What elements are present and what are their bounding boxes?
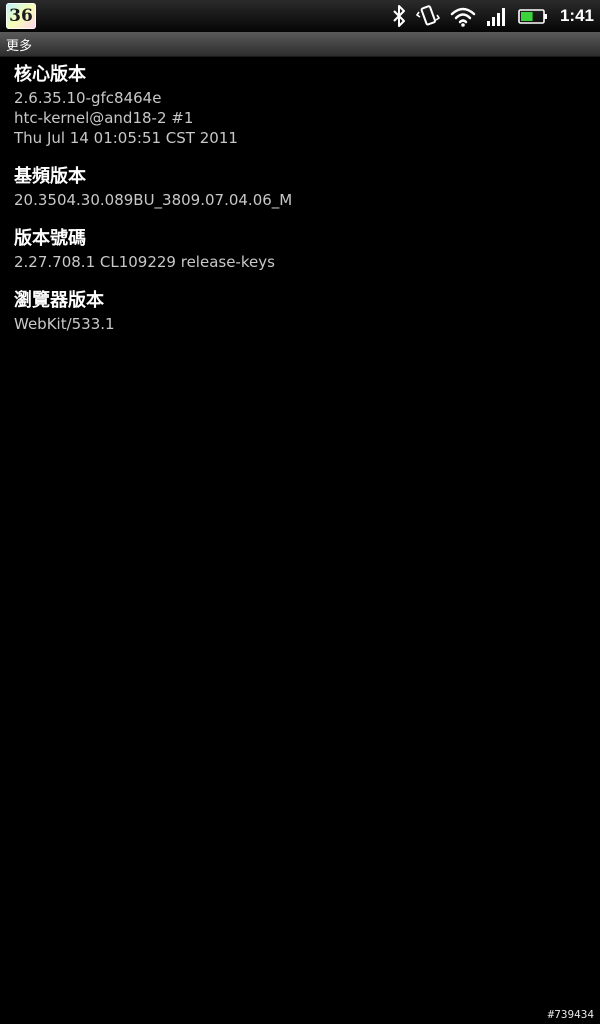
item-title: 基頻版本 — [14, 166, 86, 187]
signal-icon — [486, 8, 505, 26]
status-icons: 1:41 — [392, 0, 594, 32]
item-value: htc-kernel@and18-2 #1 — [14, 109, 194, 127]
info-list: 核心版本 2.6.35.10-gfc8464e htc-kernel@and18… — [0, 56, 600, 344]
item-value: 2.6.35.10-gfc8464e — [14, 89, 162, 107]
title-bar: 更多 — [0, 32, 600, 57]
watermark: #739434 — [547, 1008, 594, 1021]
list-item-baseband-version[interactable]: 基頻版本 20.3504.30.089BU_3809.07.04.06_M — [0, 158, 600, 220]
status-bar[interactable]: 36 1:41 — [0, 0, 600, 32]
list-item-build-number[interactable]: 版本號碼 2.27.708.1 CL109229 release-keys — [0, 220, 600, 282]
bluetooth-icon — [393, 5, 405, 27]
notification-app-icon[interactable]: 36 — [6, 3, 36, 29]
list-item-browser-version[interactable]: 瀏覽器版本 WebKit/533.1 — [0, 282, 600, 344]
notification-app-label: 36 — [9, 6, 33, 26]
item-value: 2.27.708.1 CL109229 release-keys — [14, 253, 275, 271]
vibrate-icon — [415, 5, 440, 26]
page-title: 更多 — [6, 39, 33, 54]
clock: 1:41 — [559, 6, 594, 25]
item-title: 瀏覽器版本 — [14, 290, 104, 311]
item-value: WebKit/533.1 — [14, 315, 115, 333]
item-value: 20.3504.30.089BU_3809.07.04.06_M — [14, 191, 293, 209]
item-title: 核心版本 — [14, 64, 86, 85]
list-item-kernel-version[interactable]: 核心版本 2.6.35.10-gfc8464e htc-kernel@and18… — [0, 56, 600, 158]
item-value: Thu Jul 14 01:05:51 CST 2011 — [14, 129, 238, 147]
wifi-icon — [450, 7, 476, 27]
item-title: 版本號碼 — [14, 228, 86, 249]
battery-icon — [518, 9, 547, 24]
